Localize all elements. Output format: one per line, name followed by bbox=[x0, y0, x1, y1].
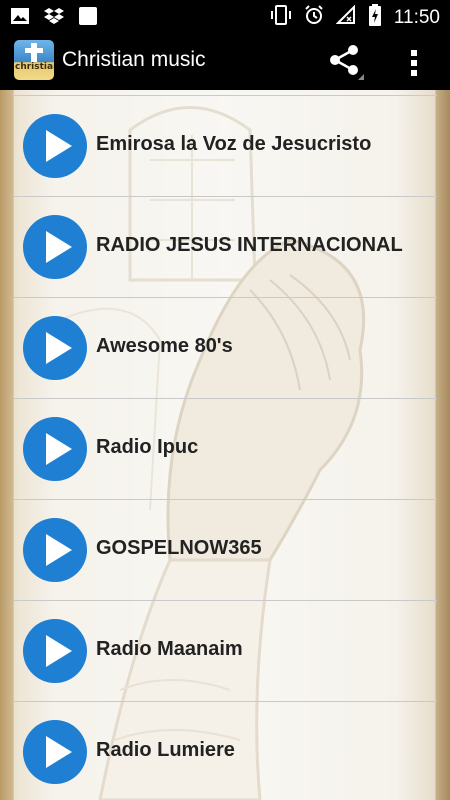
list-item[interactable]: Radio Ipuc bbox=[14, 398, 437, 499]
cross-bar bbox=[25, 48, 43, 53]
list-item[interactable]: Radio Maanaim bbox=[14, 600, 437, 701]
play-icon[interactable] bbox=[23, 417, 87, 481]
list-item[interactable]: Awesome 80's bbox=[14, 297, 437, 398]
list-item[interactable]: RADIO JESUS INTERNACIONAL bbox=[14, 196, 437, 297]
list-item[interactable]: Emirosa la Voz de Jesucristo bbox=[14, 95, 437, 196]
share-icon bbox=[330, 45, 364, 80]
station-label: Emirosa la Voz de Jesucristo bbox=[96, 133, 372, 155]
alarm-icon bbox=[304, 5, 324, 30]
play-icon[interactable] bbox=[23, 215, 87, 279]
play-icon[interactable] bbox=[23, 720, 87, 784]
status-time: 11:50 bbox=[393, 6, 440, 28]
dropbox-icon bbox=[44, 7, 64, 30]
play-icon[interactable] bbox=[23, 114, 87, 178]
overflow-menu-icon bbox=[411, 50, 417, 76]
station-label: RADIO JESUS INTERNACIONAL bbox=[96, 234, 403, 256]
play-icon[interactable] bbox=[23, 518, 87, 582]
station-label: Awesome 80's bbox=[96, 335, 233, 357]
action-bar: christian Christian music bbox=[0, 32, 450, 90]
play-icon[interactable] bbox=[23, 316, 87, 380]
vibrate-icon bbox=[270, 5, 292, 30]
status-left-icons bbox=[10, 6, 98, 31]
battery-charging-icon bbox=[368, 4, 382, 31]
list-item[interactable]: Radio Lumiere bbox=[14, 701, 437, 800]
share-button[interactable] bbox=[324, 42, 364, 82]
app-title: Christian music bbox=[62, 48, 206, 71]
station-label: GOSPELNOW365 bbox=[96, 537, 262, 559]
overflow-menu-button[interactable] bbox=[396, 42, 432, 82]
status-bar: 11:50 bbox=[0, 0, 450, 32]
image-icon bbox=[10, 7, 30, 30]
station-label: Radio Ipuc bbox=[96, 436, 199, 458]
play-icon[interactable] bbox=[23, 619, 87, 683]
list-item[interactable]: GOSPELNOW365 bbox=[14, 499, 437, 600]
status-right-icons: 11:50 bbox=[270, 4, 440, 31]
app-logo[interactable]: christian bbox=[14, 40, 54, 80]
blank-square-icon bbox=[78, 6, 98, 31]
station-label: Radio Maanaim bbox=[96, 638, 243, 660]
app-logo-text: christian bbox=[15, 62, 54, 72]
station-label: Radio Lumiere bbox=[96, 739, 235, 761]
no-signal-icon bbox=[335, 4, 356, 30]
station-list[interactable]: Emirosa la Voz de Jesucristo RADIO JESUS… bbox=[13, 90, 437, 800]
